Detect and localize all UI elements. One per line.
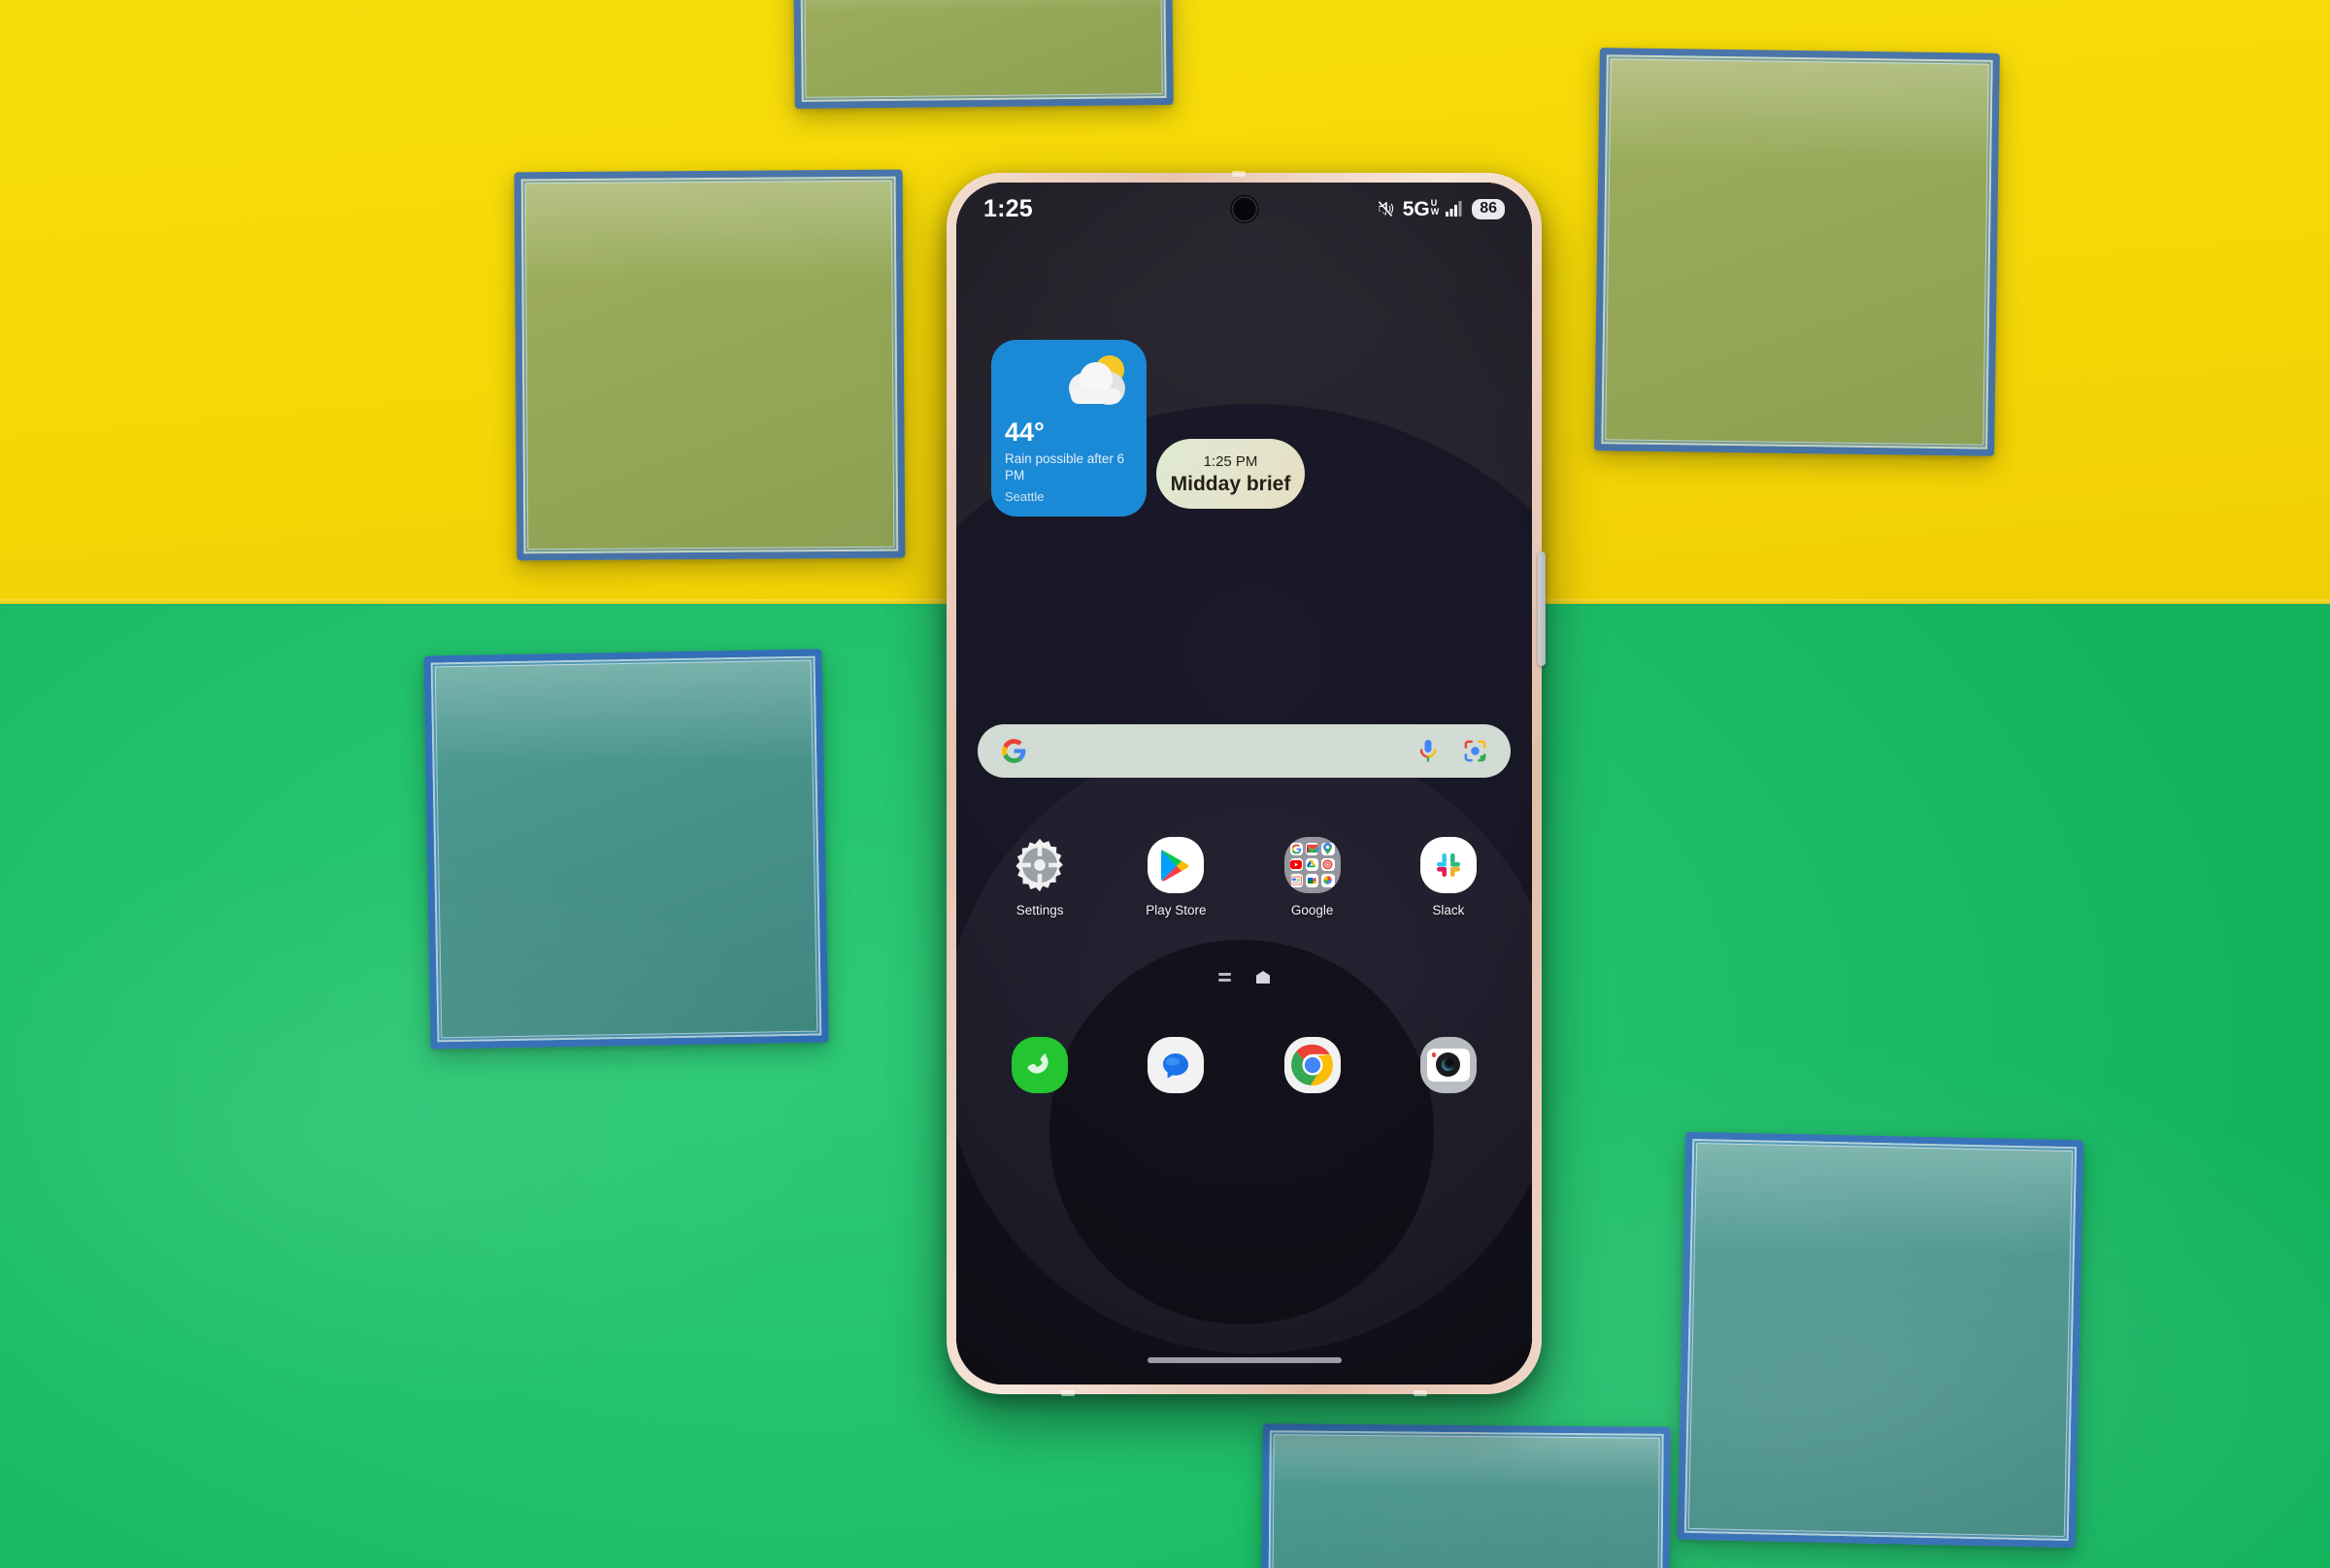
tray-bottom-right (1677, 1131, 2084, 1549)
phone-screen: 1:25 5G U W 86 44° Rain possible after 6… (956, 183, 1532, 1385)
settings-gear-icon (1011, 835, 1070, 894)
slack-icon (1418, 835, 1478, 894)
tray-top-center (793, 0, 1174, 110)
mute-vibrate-icon (1377, 200, 1396, 218)
app-settings[interactable]: Settings (998, 835, 1082, 917)
app-label: Settings (1015, 903, 1064, 917)
dock-phone[interactable] (998, 1035, 1082, 1094)
antenna-line-top (1232, 171, 1246, 177)
app-slack[interactable]: Slack (1407, 835, 1490, 917)
weather-temperature: 44° (1005, 417, 1045, 448)
page-indicator (956, 971, 1532, 984)
weather-widget[interactable]: 44° Rain possible after 6 PM Seattle (991, 340, 1147, 517)
play-store-icon (1147, 835, 1206, 894)
app-play-store[interactable]: Play Store (1134, 835, 1217, 917)
photos-icon (1320, 873, 1335, 887)
google-search-bar[interactable] (978, 724, 1511, 778)
home-app-row: Settings Play Store Google Slack (956, 835, 1532, 917)
brief-time: 1:25 PM (1203, 452, 1258, 470)
app-folder-icon (1282, 835, 1342, 894)
battery-indicator: 86 (1472, 198, 1505, 219)
brief-label: Midday brief (1170, 472, 1291, 495)
tray-top-right (1594, 48, 2000, 456)
antenna-line-bottom-left (1061, 1390, 1075, 1396)
google-lens-icon[interactable] (1463, 739, 1487, 763)
weather-condition: Rain possible after 6 PM (1005, 451, 1125, 483)
network-type-indicator: 5G U W (1402, 197, 1440, 220)
google-news-icon (1289, 873, 1304, 887)
app-label: Slack (1432, 903, 1465, 917)
partly-cloudy-sun-icon (1053, 351, 1135, 412)
front-camera-punch-hole (1231, 196, 1257, 222)
dock-camera[interactable] (1407, 1035, 1490, 1094)
tray-bottom-center (1261, 1423, 1671, 1568)
app-label: Play Store (1146, 903, 1207, 917)
camera-icon (1418, 1035, 1478, 1094)
google-icon (1289, 842, 1304, 856)
antenna-line-bottom-right (1414, 1390, 1427, 1396)
phone-device: 1:25 5G U W 86 44° Rain possible after 6… (947, 171, 1546, 1396)
google-g-icon (1001, 738, 1027, 764)
app-google-folder[interactable]: Google (1271, 835, 1354, 917)
dock-chrome[interactable] (1271, 1035, 1354, 1094)
dock (956, 1035, 1532, 1094)
app-list-lines-icon[interactable] (1218, 973, 1231, 982)
status-indicators: 5G U W 86 (1377, 197, 1505, 220)
tray-top-left (514, 169, 906, 561)
messages-icon (1147, 1035, 1206, 1094)
folder-grid (1283, 836, 1341, 893)
signal-bars-icon (1446, 200, 1465, 217)
tray-mid-left (423, 649, 829, 1050)
dock-messages[interactable] (1134, 1035, 1217, 1094)
gmail-icon (1305, 842, 1319, 856)
microphone-icon[interactable] (1418, 739, 1438, 764)
status-clock: 1:25 (983, 194, 1033, 222)
google-tv-icon (1320, 857, 1335, 872)
home-page-icon[interactable] (1256, 971, 1270, 984)
youtube-icon (1289, 857, 1304, 872)
maps-icon (1320, 842, 1335, 856)
app-label: Google (1290, 903, 1334, 917)
power-volume-button[interactable] (1538, 551, 1546, 666)
meet-icon (1305, 873, 1319, 887)
drive-icon (1305, 857, 1319, 872)
weather-location: Seattle (1005, 489, 1045, 504)
phone-dialer-icon (1011, 1035, 1070, 1094)
gesture-navigation-bar[interactable] (1147, 1357, 1342, 1363)
midday-brief-widget[interactable]: 1:25 PM Midday brief (1156, 439, 1305, 509)
photo-scene: 1:25 5G U W 86 44° Rain possible after 6… (0, 0, 2330, 1568)
chrome-icon (1282, 1035, 1342, 1094)
